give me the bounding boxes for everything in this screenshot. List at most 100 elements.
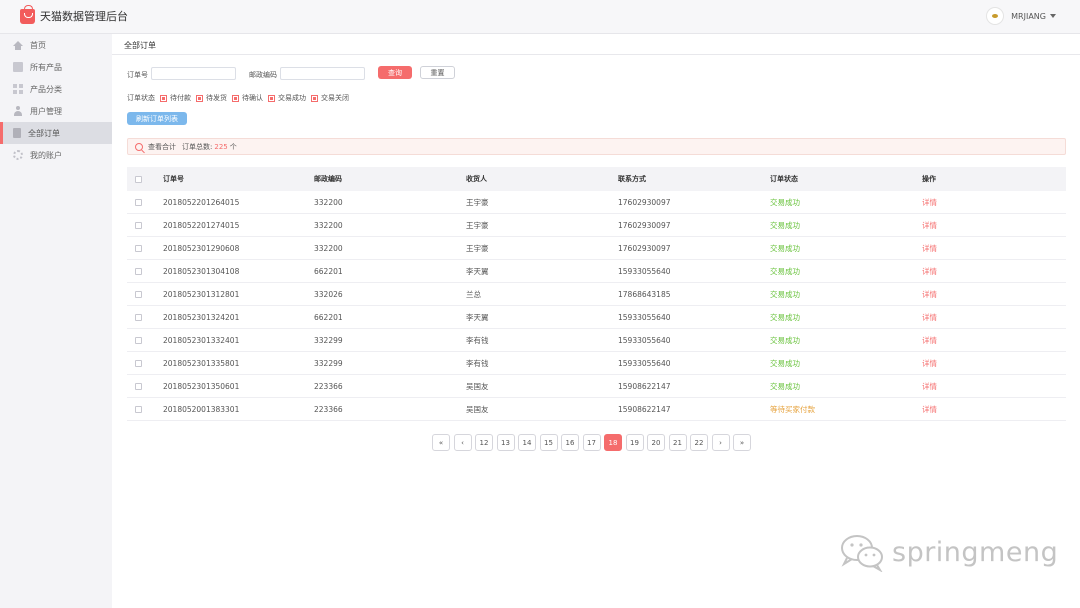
sidebar-item-label: 全部订单 <box>28 128 60 138</box>
reset-button[interactable]: 重置 <box>420 66 455 79</box>
status-checkbox-to-ship[interactable] <box>196 94 203 102</box>
order-no-cell: 2018052201274015 <box>163 220 240 230</box>
sidebar-item-my-account[interactable]: 我的账户 <box>0 144 112 166</box>
page-button-16[interactable]: 16 <box>561 434 579 451</box>
page-button-18[interactable]: 18 <box>604 434 622 451</box>
watermark-text: springmeng <box>892 536 1059 568</box>
order-count: 225 <box>214 142 228 151</box>
select-all-checkbox[interactable] <box>135 175 142 183</box>
table-row: 2018052001383301 223366 吴国友 15908622147 等待买家… <box>127 398 1066 421</box>
page-button-20[interactable]: 20 <box>647 434 665 451</box>
row-checkbox[interactable] <box>135 267 142 275</box>
status-cell: 等待买家付款 <box>770 404 815 414</box>
refresh-orders-button[interactable]: 刷新订单列表 <box>127 112 187 125</box>
sidebar-item-label: 用户管理 <box>30 106 62 116</box>
row-checkbox[interactable] <box>135 313 142 321</box>
row-checkbox[interactable] <box>135 405 142 413</box>
row-checkbox[interactable] <box>135 244 142 252</box>
top-bar: 天猫数据管理后台 MRJIANG <box>0 0 1080 34</box>
receiver-cell: 王宇豪 <box>466 220 489 230</box>
home-icon <box>13 40 23 50</box>
status-option-label: 待确认 <box>242 94 263 102</box>
detail-link[interactable]: 详情 <box>922 220 1066 231</box>
postcode-cell: 332200 <box>314 220 343 230</box>
page-button-12[interactable]: 12 <box>475 434 493 451</box>
detail-link[interactable]: 详情 <box>922 289 1066 300</box>
column-header-postcode: 邮政编码 <box>314 175 342 183</box>
status-cell: 交易成功 <box>770 266 800 276</box>
row-checkbox[interactable] <box>135 359 142 367</box>
page-button-15[interactable]: 15 <box>539 434 558 451</box>
page-last-button[interactable]: » <box>733 434 751 451</box>
column-header-order-no: 订单号 <box>163 175 184 183</box>
caret-down-icon[interactable] <box>1050 14 1056 18</box>
postcode-input[interactable] <box>280 67 365 80</box>
contact-cell: 15933055640 <box>618 358 671 368</box>
detail-link[interactable]: 详情 <box>922 335 1066 346</box>
page-button-14[interactable]: 14 <box>518 434 536 451</box>
column-header-receiver: 收货人 <box>466 175 487 183</box>
page-button-19[interactable]: 19 <box>625 434 644 451</box>
query-button[interactable]: 查询 <box>378 66 412 79</box>
postcode-cell: 332200 <box>314 197 343 207</box>
sidebar-item-all-products[interactable]: 所有产品 <box>0 56 112 78</box>
order-no-cell: 2018052301335801 <box>163 358 240 368</box>
breadcrumb: 全部订单 <box>124 41 156 50</box>
user-menu[interactable]: MRJIANG <box>986 7 1056 25</box>
detail-link[interactable]: 详情 <box>922 197 1066 208</box>
sidebar-item-home[interactable]: 首页 <box>0 34 112 56</box>
row-checkbox[interactable] <box>135 382 142 390</box>
row-checkbox[interactable] <box>135 198 142 206</box>
gear-icon <box>13 150 23 160</box>
order-no-cell: 2018052301312801 <box>163 289 240 299</box>
status-checkbox-closed[interactable] <box>311 94 318 102</box>
row-checkbox[interactable] <box>135 290 142 298</box>
receiver-cell: 王宇豪 <box>466 243 489 253</box>
postcode-cell: 332299 <box>314 358 343 368</box>
page-button-22[interactable]: 22 <box>690 434 708 451</box>
order-no-cell: 2018052301324201 <box>163 312 240 322</box>
avatar[interactable] <box>986 7 1005 25</box>
page-prev-button[interactable]: ‹ <box>453 434 472 451</box>
row-checkbox[interactable] <box>135 221 142 229</box>
detail-link[interactable]: 详情 <box>922 266 1066 277</box>
postcode-cell: 662201 <box>314 312 343 322</box>
detail-link[interactable]: 详情 <box>922 243 1066 254</box>
status-option-label: 待发货 <box>206 94 227 102</box>
detail-link[interactable]: 详情 <box>922 381 1066 392</box>
sidebar-item-categories[interactable]: 产品分类 <box>0 78 112 100</box>
detail-link[interactable]: 详情 <box>922 358 1066 369</box>
sidebar-item-all-orders[interactable]: 全部订单 <box>0 122 112 144</box>
sidebar-item-users[interactable]: 用户管理 <box>0 100 112 122</box>
detail-link[interactable]: 详情 <box>922 404 1066 415</box>
page-button-21[interactable]: 21 <box>668 434 687 451</box>
status-checkbox-to-confirm[interactable] <box>232 94 239 102</box>
detail-link[interactable]: 详情 <box>922 312 1066 323</box>
order-no-input[interactable] <box>151 67 236 80</box>
status-checkbox-unpaid[interactable] <box>160 94 167 102</box>
contact-cell: 17602930097 <box>618 220 671 230</box>
page-next-button[interactable]: › <box>711 434 730 451</box>
page-numbers: 12 13 14 15 16 17 18 19 20 21 22 <box>475 434 712 451</box>
table-row: 2018052201274015 332200 王宇豪 17602930097 交易成功… <box>127 214 1066 237</box>
table-body: 2018052201264015 332200 王宇豪 17602930097 交易成功… <box>127 191 1066 421</box>
summary-unit: 个 <box>229 142 237 151</box>
receiver-cell: 李天翼 <box>466 312 489 322</box>
status-checkbox-success[interactable] <box>268 94 275 102</box>
order-no-cell: 2018052301350601 <box>163 381 240 391</box>
logo[interactable]: 天猫数据管理后台 <box>20 4 128 24</box>
page-button-13[interactable]: 13 <box>496 434 515 451</box>
table-header: 订单号 邮政编码 收货人 联系方式 订单状态 操作 <box>127 167 1066 191</box>
summary-prefix: 查看合计 <box>148 142 176 151</box>
postcode-label: 邮政编码 <box>249 71 277 79</box>
row-checkbox[interactable] <box>135 336 142 344</box>
column-header-status: 订单状态 <box>770 175 798 183</box>
page-button-17[interactable]: 17 <box>582 434 601 451</box>
table-row: 2018052301350601 223366 吴国友 15908622147 交易成功… <box>127 375 1066 398</box>
table-row: 2018052301304108 662201 李天翼 15933055640 交易成功… <box>127 260 1066 283</box>
receiver-cell: 兰总 <box>466 289 481 299</box>
contact-cell: 17602930097 <box>618 197 671 207</box>
page-first-button[interactable]: « <box>432 434 450 451</box>
contact-cell: 15933055640 <box>618 312 671 322</box>
pagination: « ‹ 12 13 14 15 16 17 18 19 20 21 22 › » <box>432 434 755 451</box>
